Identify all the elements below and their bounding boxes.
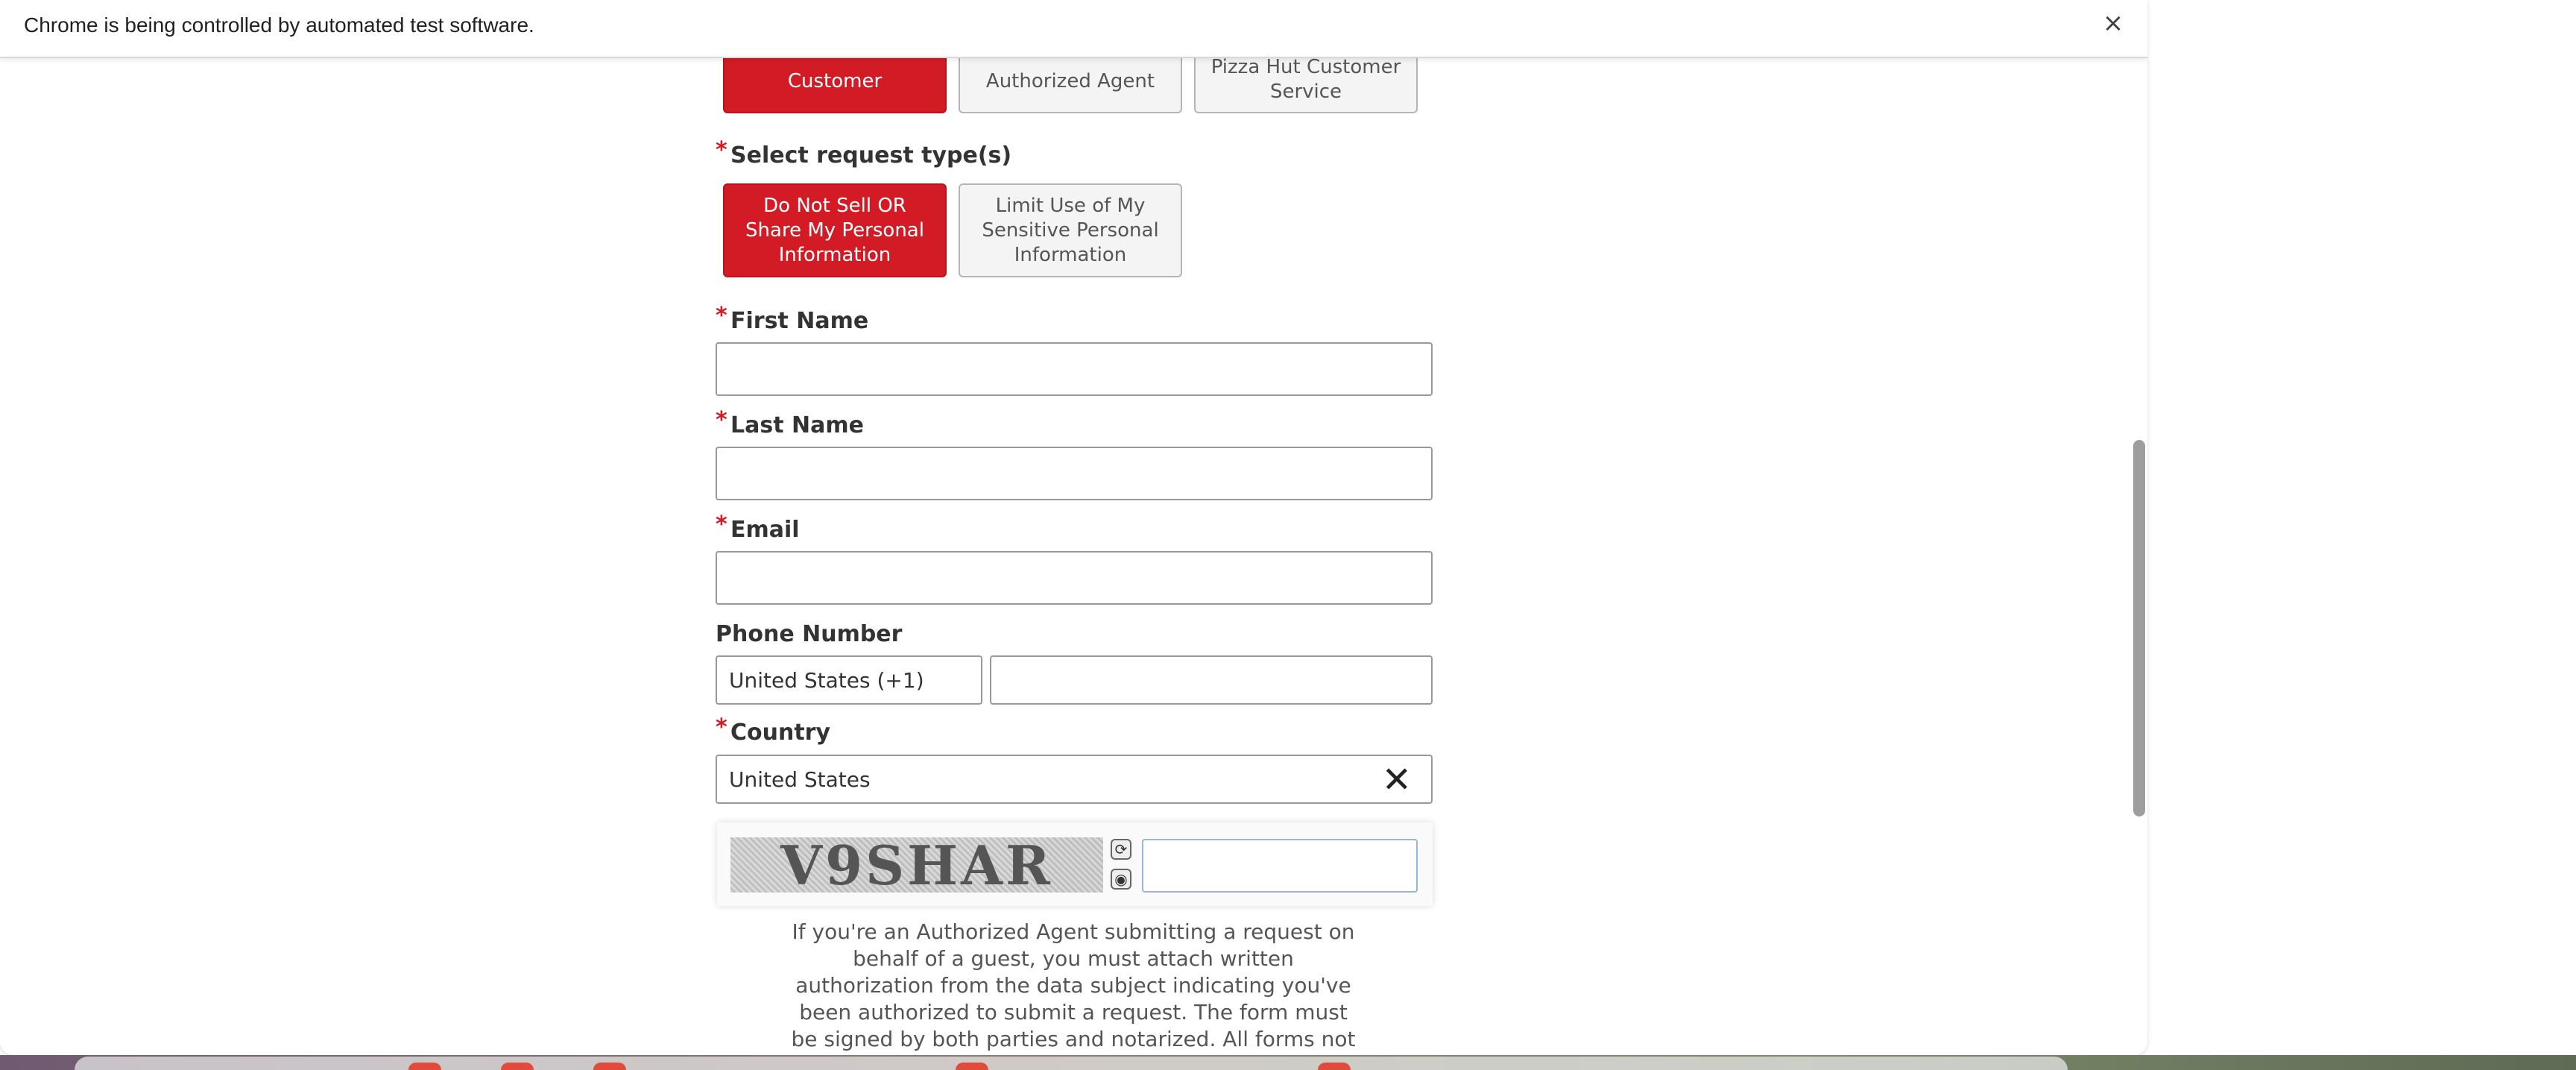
captcha-text: V9SHAR	[780, 837, 1053, 893]
captcha-input[interactable]	[1142, 839, 1418, 893]
email-input[interactable]	[716, 551, 1433, 605]
requester-option-label: Pizza Hut Customer Service	[1210, 56, 1401, 103]
request-option-limit-use[interactable]: Limit Use of My Sensitive Personal Infor…	[959, 183, 1182, 277]
scrollbar-thumb[interactable]	[2133, 440, 2145, 816]
refresh-icon[interactable]: ⟳	[1111, 839, 1131, 860]
audio-icon[interactable]: ◉	[1111, 869, 1131, 890]
dock	[75, 1057, 2068, 1070]
phone-country-select[interactable]: United States (+1)	[716, 655, 982, 705]
country-label: Country	[730, 720, 831, 746]
country-select[interactable]: United States ✕	[716, 755, 1433, 804]
phone-number-input[interactable]	[990, 655, 1433, 705]
request-option-label: Limit Use of My Sensitive Personal Infor…	[982, 194, 1159, 266]
phone-label: Phone Number	[716, 621, 903, 647]
captcha-image: V9SHAR	[730, 837, 1103, 893]
email-label: Email	[730, 517, 800, 543]
dock-app-icon[interactable]	[501, 1063, 534, 1070]
requester-option-label: Authorized Agent	[985, 70, 1155, 92]
required-asterisk: *	[716, 407, 727, 433]
requester-option-label: Customer	[787, 70, 883, 92]
request-option-label: Do Not Sell OR Share My Personal Informa…	[745, 194, 924, 266]
authorized-agent-notice: If you're an Authorized Agent submitting…	[791, 919, 1356, 1055]
request-option-do-not-sell[interactable]: Do Not Sell OR Share My Personal Informa…	[723, 183, 947, 277]
last-name-input[interactable]	[716, 447, 1433, 500]
phone-country-value: United States (+1)	[729, 667, 924, 693]
first-name-label: First Name	[730, 308, 869, 334]
country-value: United States	[729, 767, 871, 792]
infobar-text: Chrome is being controlled by automated …	[24, 13, 534, 37]
last-name-label: Last Name	[730, 412, 864, 438]
request-type-label: Select request type(s)	[730, 142, 1012, 169]
first-name-input[interactable]	[716, 342, 1433, 396]
required-asterisk: *	[716, 303, 727, 329]
dock-app-icon[interactable]	[408, 1063, 441, 1070]
required-asterisk: *	[716, 512, 727, 538]
automation-infobar: Chrome is being controlled by automated …	[0, 0, 2147, 58]
close-icon[interactable]: ×	[2100, 10, 2126, 36]
page-content: Customer Authorized Agent Pizza Hut Cust…	[0, 0, 2147, 1055]
clear-icon[interactable]: ✕	[1382, 762, 1412, 798]
required-asterisk: *	[716, 137, 727, 163]
required-asterisk: *	[716, 714, 727, 740]
browser-window: Customer Authorized Agent Pizza Hut Cust…	[0, 0, 2147, 1055]
dock-app-icon[interactable]	[956, 1063, 988, 1070]
dock-app-icon[interactable]	[593, 1063, 626, 1070]
dock-app-icon[interactable]	[1318, 1063, 1351, 1070]
captcha: V9SHAR ⟳ ◉	[717, 822, 1433, 906]
viewport: Customer Authorized Agent Pizza Hut Cust…	[0, 0, 2576, 1070]
